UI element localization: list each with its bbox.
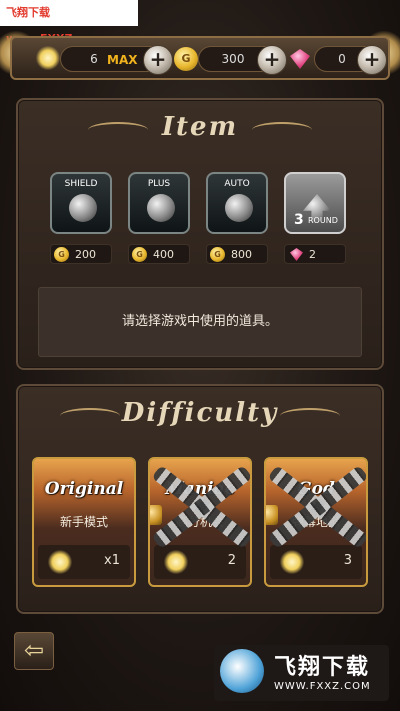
- difficulty-cost: 3: [270, 545, 362, 579]
- max-badge: MAX: [107, 53, 138, 67]
- lock-icon: [266, 505, 278, 525]
- add-gems-button[interactable]: +: [357, 45, 387, 75]
- gem-icon: [290, 49, 310, 69]
- gem-icon: [290, 248, 303, 261]
- watermark-logo-box: 飞翔下载 WWW.FXXZ.COM: [214, 645, 389, 701]
- auto-item[interactable]: AUTO: [206, 172, 268, 234]
- round-count: 3: [294, 212, 304, 228]
- energy-counter: 6 MAX +: [60, 45, 173, 75]
- difficulty-god-card[interactable]: God 弹幕地狱 3: [264, 457, 368, 587]
- auto-price-value: 800: [231, 248, 252, 261]
- coin-icon: G: [54, 247, 69, 262]
- shield-item[interactable]: SHIELD: [50, 172, 112, 234]
- add-energy-button[interactable]: +: [143, 45, 173, 75]
- difficulty-subtitle: 新手模式: [59, 515, 108, 529]
- round-price-value: 2: [309, 248, 316, 261]
- difficulty-maniac-card[interactable]: Maniac 高分机会 2: [148, 457, 252, 587]
- cost-value: x1: [104, 553, 120, 568]
- shield-label: SHIELD: [64, 179, 98, 189]
- shield-icon: [69, 194, 97, 222]
- round-item[interactable]: 3 ROUND: [284, 172, 346, 234]
- cost-value: 2: [227, 553, 236, 568]
- round-sub: ROUND: [308, 216, 338, 225]
- gem-counter: 0 +: [314, 45, 387, 75]
- difficulty-cost: 2: [154, 545, 246, 579]
- coin-icon: G: [174, 47, 198, 71]
- resource-bar: 6 MAX + G 300 + 0 +: [10, 36, 390, 80]
- fairy-icon: [164, 550, 188, 574]
- energy-value: 6: [90, 52, 98, 66]
- plus-price-value: 400: [153, 248, 174, 261]
- lock-icon: [150, 505, 162, 525]
- coin-value: 300: [221, 52, 245, 66]
- shield-price-value: 200: [75, 248, 96, 261]
- watermark-logo-icon: [220, 649, 264, 693]
- plus-price: G 400: [128, 244, 190, 264]
- item-info-text: 请选择游戏中使用的道具。: [38, 287, 362, 357]
- auto-bomb-icon: [225, 194, 253, 222]
- watermark-banner: 飞翔下载 www.FXXZ.com: [0, 0, 138, 45]
- difficulty-title: Difficulty: [121, 398, 279, 428]
- energy-fairy-icon: [36, 46, 60, 70]
- coin-counter: 300 +: [198, 45, 287, 75]
- difficulty-cost: x1: [38, 545, 130, 579]
- fairy-icon: [48, 550, 72, 574]
- coin-icon: G: [132, 247, 147, 262]
- item-row: SHIELD PLUS AUTO 3 ROUND G 200 G 400 G 8…: [50, 172, 350, 272]
- back-button[interactable]: ⇦: [14, 632, 54, 670]
- item-title: Item: [161, 112, 239, 142]
- watermark-title: 飞翔下载: [274, 655, 371, 680]
- cost-value: 3: [343, 553, 352, 568]
- shield-price: G 200: [50, 244, 112, 264]
- auto-price: G 800: [206, 244, 268, 264]
- round-price: 2: [284, 244, 346, 264]
- gem-value: 0: [338, 52, 346, 66]
- bomb-icon: [147, 194, 175, 222]
- plus-label: PLUS: [147, 179, 171, 189]
- watermark-url: WWW.FXXZ.COM: [274, 681, 371, 692]
- plus-item[interactable]: PLUS: [128, 172, 190, 234]
- coin-icon: G: [210, 247, 225, 262]
- fairy-icon: [280, 550, 304, 574]
- difficulty-name: Original: [44, 479, 124, 499]
- add-coins-button[interactable]: +: [257, 45, 287, 75]
- difficulty-original-card[interactable]: Original 新手模式 x1: [32, 457, 136, 587]
- auto-label: AUTO: [224, 179, 250, 189]
